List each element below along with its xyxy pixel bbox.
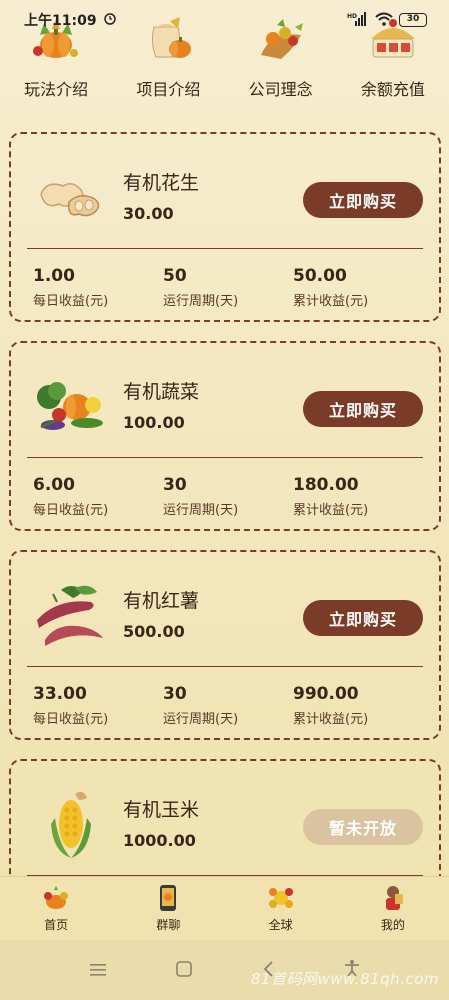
- buy-button[interactable]: 立即购买: [303, 600, 423, 636]
- buy-button[interactable]: 立即购买: [303, 182, 423, 218]
- stat-total: 180.00 累计收益(元): [293, 475, 423, 518]
- stat-period-label: 运行周期(天): [163, 503, 239, 518]
- tab-group-chat[interactable]: 群聊: [128, 884, 208, 933]
- stat-period-label: 运行周期(天): [163, 294, 239, 309]
- nav-item-project[interactable]: 项目介绍: [113, 14, 223, 104]
- product-card: 有机红薯 500.00 立即购买 33.00 每日收益(元) 30 运行周期(天…: [9, 550, 441, 740]
- product-stats: 1.00 每日收益(元) 50 运行周期(天) 50.00 累计收益(元): [33, 266, 423, 309]
- product-price: 100.00: [123, 413, 185, 432]
- alarm-icon: [103, 11, 117, 29]
- stat-daily-label: 每日收益(元): [33, 712, 109, 727]
- stat-daily-label: 每日收益(元): [33, 294, 109, 309]
- product-name: 有机蔬菜: [123, 381, 200, 403]
- stat-daily-value: 6.00: [33, 475, 75, 495]
- status-right: HD 30: [347, 11, 427, 29]
- tab-profile[interactable]: 我的: [353, 884, 433, 933]
- stat-daily: 33.00 每日收益(元): [33, 684, 163, 727]
- stat-total-label: 累计收益(元): [293, 712, 369, 727]
- tab-label: 全球: [268, 918, 293, 932]
- divider: [27, 666, 423, 667]
- vegetables-icon: [29, 371, 113, 441]
- globe-flowers-icon: [267, 884, 295, 912]
- group-chat-icon: [154, 884, 182, 912]
- product-stats: 6.00 每日收益(元) 30 运行周期(天) 180.00 累计收益(元): [33, 475, 423, 518]
- product-list: 有机花生 30.00 立即购买 1.00 每日收益(元) 50 运行周期(天) …: [9, 132, 441, 978]
- corn-icon: [29, 789, 113, 859]
- product-price: 1000.00: [123, 831, 196, 850]
- product-price: 500.00: [123, 622, 185, 641]
- nav-label: 玩法介绍: [24, 80, 89, 99]
- product-name: 有机红薯: [123, 590, 200, 612]
- stat-period-value: 30: [163, 475, 187, 495]
- buy-button[interactable]: 立即购买: [303, 391, 423, 427]
- product-stats: 33.00 每日收益(元) 30 运行周期(天) 990.00 累计收益(元): [33, 684, 423, 727]
- tab-label: 我的: [380, 918, 405, 932]
- status-left: 上午11:09: [24, 10, 117, 30]
- stat-daily-value: 33.00: [33, 684, 87, 704]
- stat-total-value: 180.00: [293, 475, 359, 495]
- harvest-cornucopia-icon: [251, 14, 311, 64]
- svg-text:HD: HD: [347, 13, 357, 20]
- stat-period: 30 运行周期(天): [163, 684, 293, 727]
- stat-total-value: 50.00: [293, 266, 347, 286]
- battery-icon: 30: [399, 13, 427, 27]
- divider: [27, 248, 423, 249]
- stat-total: 990.00 累计收益(元): [293, 684, 423, 727]
- signal-icon: HD: [347, 11, 369, 29]
- product-card: 有机蔬菜 100.00 立即购买 6.00 每日收益(元) 30 运行周期(天)…: [9, 341, 441, 531]
- tab-label: 群聊: [156, 918, 181, 932]
- sweet-potato-icon: [29, 580, 113, 650]
- product-name: 有机花生: [123, 172, 200, 194]
- tab-label: 首页: [44, 918, 69, 932]
- nav-label: 公司理念: [248, 80, 313, 99]
- product-price: 30.00: [123, 204, 174, 223]
- tab-global[interactable]: 全球: [241, 884, 321, 933]
- watermark: 81首码网www.81qh.com: [250, 970, 439, 988]
- product-card: 有机花生 30.00 立即购买 1.00 每日收益(元) 50 运行周期(天) …: [9, 132, 441, 322]
- product-name: 有机玉米: [123, 799, 200, 821]
- wifi-icon: [375, 12, 393, 29]
- stat-daily-value: 1.00: [33, 266, 75, 286]
- stat-total-label: 累计收益(元): [293, 503, 369, 518]
- menu-icon[interactable]: [89, 958, 106, 982]
- stat-period-label: 运行周期(天): [163, 712, 239, 727]
- stat-total-value: 990.00: [293, 684, 359, 704]
- stat-daily-label: 每日收益(元): [33, 503, 109, 518]
- stat-daily: 6.00 每日收益(元): [33, 475, 163, 518]
- grain-sack-icon: [138, 14, 198, 64]
- tab-home[interactable]: 首页: [16, 884, 96, 933]
- nav-item-philosophy[interactable]: 公司理念: [226, 14, 336, 104]
- stat-daily: 1.00 每日收益(元): [33, 266, 163, 309]
- stat-period: 30 运行周期(天): [163, 475, 293, 518]
- nav-label: 项目介绍: [136, 80, 201, 99]
- peanut-icon: [29, 162, 113, 232]
- stat-period-value: 30: [163, 684, 187, 704]
- home-square-icon[interactable]: [175, 958, 192, 982]
- not-open-button[interactable]: 暂未开放: [303, 809, 423, 845]
- stat-period: 50 运行周期(天): [163, 266, 293, 309]
- stat-total-label: 累计收益(元): [293, 294, 369, 309]
- profile-icon: [379, 884, 407, 912]
- home-harvest-icon: [42, 884, 70, 912]
- stat-period-value: 50: [163, 266, 187, 286]
- bottom-tab-bar: 首页 群聊 全球 我的: [0, 876, 449, 940]
- stat-total: 50.00 累计收益(元): [293, 266, 423, 309]
- divider: [27, 457, 423, 458]
- nav-label: 余额充值: [360, 80, 425, 99]
- status-time: 上午11:09: [24, 13, 97, 29]
